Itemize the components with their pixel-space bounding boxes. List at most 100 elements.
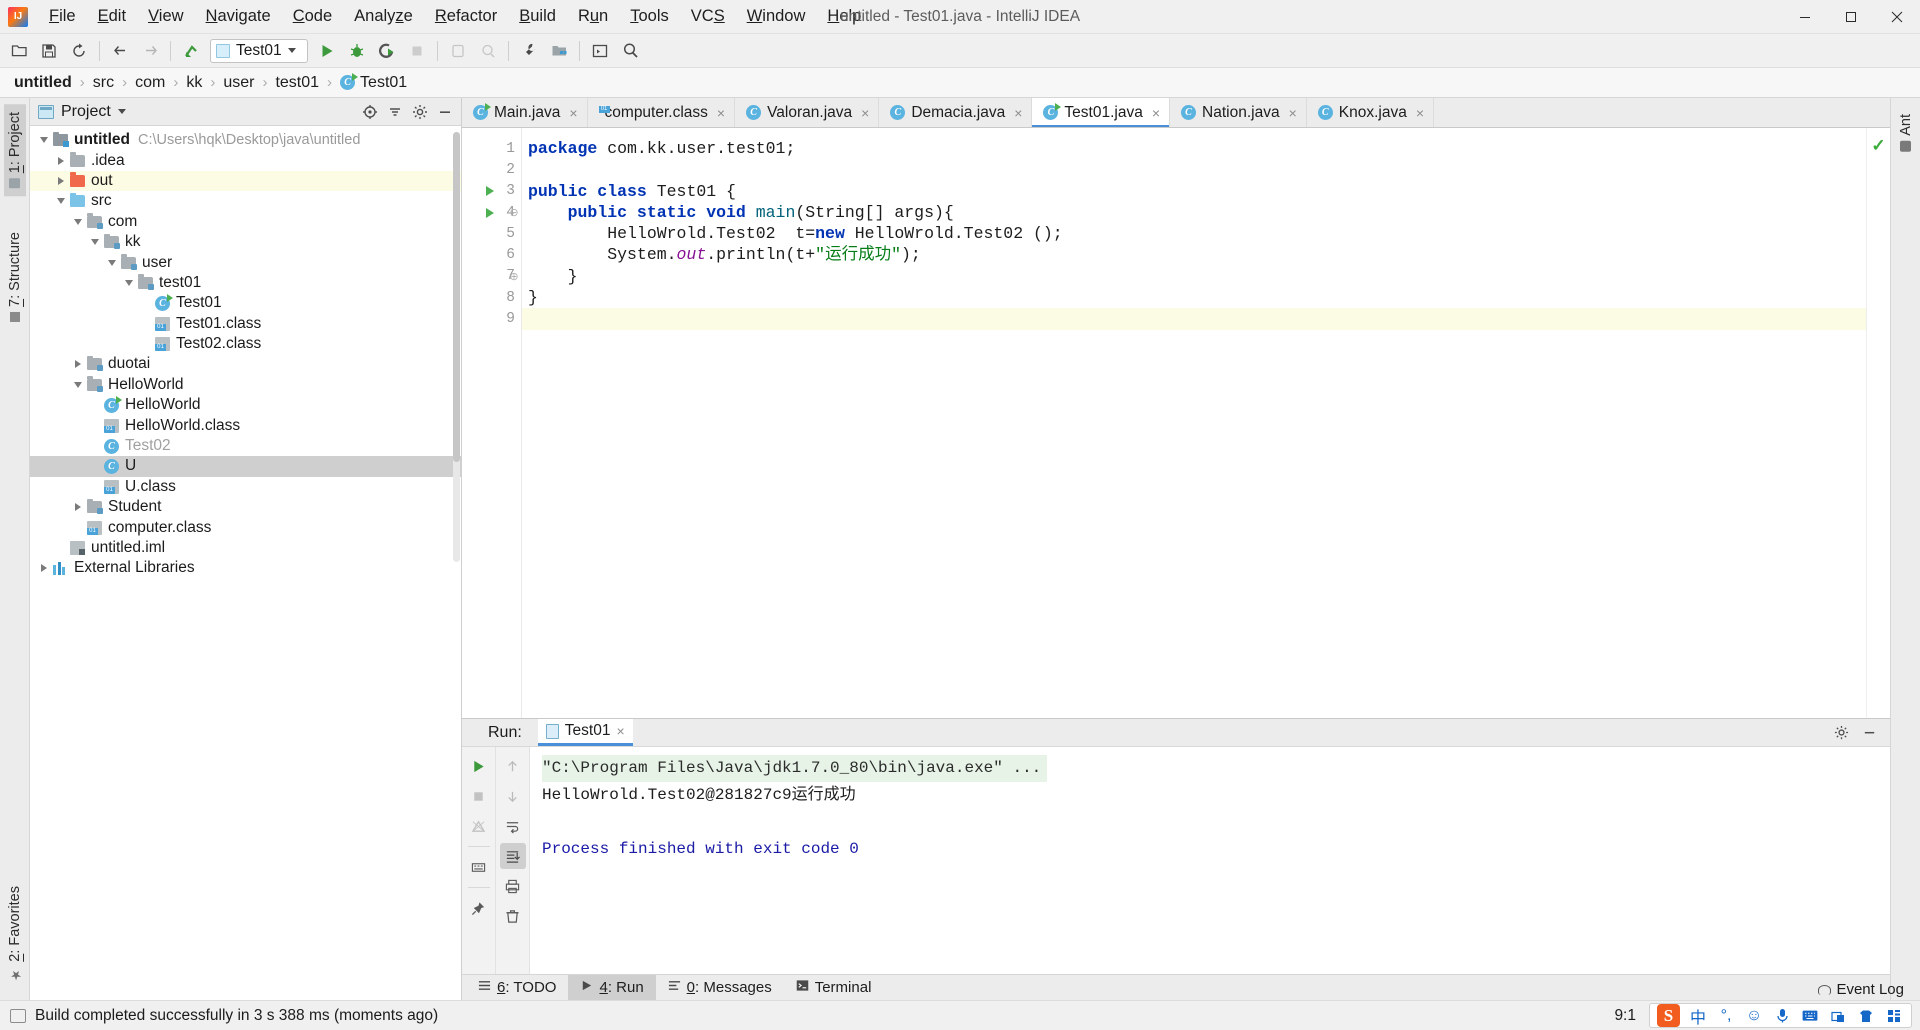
ime-skin-icon[interactable] — [1856, 1006, 1876, 1026]
code-line[interactable]: public class Test01 { — [522, 181, 1866, 202]
editor-tab-main-java[interactable]: C Main.java × — [462, 98, 588, 127]
ime-menu-icon[interactable] — [1884, 1006, 1904, 1026]
collapse-arrow-icon[interactable] — [121, 279, 137, 286]
tree-node[interactable]: HelloWorld — [30, 375, 461, 395]
breadcrumb-item-file[interactable]: C Test01 — [336, 73, 411, 92]
update-project-icon[interactable] — [178, 38, 204, 64]
code-editor[interactable]: package com.kk.user.test01; public class… — [522, 128, 1866, 718]
sync-icon[interactable] — [66, 38, 92, 64]
editor-tab-demacia-java[interactable]: C Demacia.java × — [879, 98, 1033, 127]
toolwindow-button-6-todo[interactable]: 6: TODO — [466, 975, 568, 1001]
breadcrumb-item-test01[interactable]: test01 — [271, 74, 323, 92]
close-icon[interactable]: × — [861, 105, 869, 121]
toolwindow-button-0-messages[interactable]: 0: Messages — [656, 975, 784, 1001]
tree-node[interactable]: test01 — [30, 273, 461, 293]
collapse-arrow-icon[interactable] — [36, 137, 52, 144]
code-fold-icon[interactable]: ⊖ — [506, 202, 522, 223]
tree-node[interactable]: com — [30, 212, 461, 232]
project-structure-icon[interactable] — [546, 38, 572, 64]
menu-item-help[interactable]: Help — [816, 3, 872, 30]
arrow-down-icon[interactable] — [500, 783, 526, 809]
expand-arrow-icon[interactable] — [70, 360, 86, 369]
arrow-up-icon[interactable] — [500, 753, 526, 779]
run-tab-test01[interactable]: Test01 × — [537, 719, 633, 746]
breadcrumb-item-src[interactable]: src — [89, 74, 118, 92]
keyboard-icon[interactable] — [466, 854, 492, 880]
tree-node[interactable]: Test01.class — [30, 314, 461, 334]
save-icon[interactable] — [36, 38, 62, 64]
tree-node[interactable]: CU — [30, 456, 461, 477]
close-icon[interactable]: × — [1289, 105, 1297, 121]
hide-icon[interactable] — [433, 101, 457, 123]
tree-node[interactable]: untitled.iml — [30, 538, 461, 558]
tree-node[interactable]: computer.class — [30, 517, 461, 537]
wrench-settings-icon[interactable] — [516, 38, 542, 64]
ime-emoji-icon[interactable]: ☺ — [1744, 1006, 1764, 1026]
sogou-logo-icon[interactable]: S — [1657, 1004, 1680, 1027]
gear-icon[interactable] — [408, 101, 432, 123]
run-gutter-icon[interactable] — [486, 186, 494, 197]
menu-item-code[interactable]: Code — [282, 3, 343, 30]
thread-dump-icon[interactable] — [466, 813, 492, 839]
soft-wrap-icon[interactable] — [500, 813, 526, 839]
clear-all-icon[interactable] — [500, 903, 526, 929]
stop-icon[interactable] — [404, 38, 430, 64]
maximize-button[interactable] — [1828, 0, 1874, 34]
chevron-down-icon[interactable] — [117, 109, 126, 114]
breadcrumb-item-com[interactable]: com — [131, 74, 169, 92]
stop-icon[interactable] — [466, 783, 492, 809]
tree-node[interactable]: untitled C:\Users\hqk\Desktop\java\untitl… — [30, 130, 461, 150]
code-folding-column[interactable]: ⊖ ⊕ — [506, 138, 522, 330]
expand-arrow-icon[interactable] — [53, 176, 69, 185]
ime-keyboard-icon[interactable] — [1800, 1006, 1820, 1026]
toolwindow-button-terminal[interactable]: Terminal — [784, 975, 884, 1001]
tree-node[interactable]: External Libraries — [30, 558, 461, 578]
close-icon[interactable]: × — [569, 105, 577, 121]
menu-item-vcs[interactable]: VCS — [680, 3, 736, 30]
editor-tab-nation-java[interactable]: C Nation.java × — [1170, 98, 1307, 127]
code-line[interactable] — [522, 308, 1866, 330]
caret-position[interactable]: 9:1 — [1614, 1007, 1636, 1025]
breadcrumb-item-untitled[interactable]: untitled — [10, 74, 76, 92]
code-fold-icon[interactable]: ⊕ — [506, 266, 522, 287]
code-line[interactable]: } — [522, 266, 1866, 287]
tree-node[interactable]: kk — [30, 232, 461, 252]
expand-arrow-icon[interactable] — [70, 503, 86, 512]
menu-item-edit[interactable]: Edit — [87, 3, 137, 30]
menu-item-navigate[interactable]: Navigate — [195, 3, 282, 30]
hide-icon[interactable] — [1858, 722, 1880, 744]
menu-item-analyze[interactable]: Analyze — [343, 3, 424, 30]
ime-punctuation-icon[interactable]: °, — [1716, 1006, 1736, 1026]
menu-item-window[interactable]: Window — [736, 3, 817, 30]
breadcrumb-item-user[interactable]: user — [219, 74, 258, 92]
scroll-end-icon[interactable] — [499, 843, 526, 869]
arrow-forward-icon[interactable] — [137, 38, 163, 64]
breadcrumb-item-kk[interactable]: kk — [182, 74, 206, 92]
project-tree-scrollbar[interactable] — [453, 132, 460, 562]
expand-arrow-icon[interactable] — [53, 156, 69, 165]
tree-node[interactable]: HelloWorld.class — [30, 415, 461, 435]
debug-icon[interactable] — [344, 38, 370, 64]
tree-node[interactable]: src — [30, 191, 461, 211]
code-line[interactable] — [522, 159, 1866, 180]
code-line[interactable]: System.out.println(t+"运行成功"); — [522, 244, 1866, 265]
profiler-icon[interactable] — [445, 38, 471, 64]
menu-item-run[interactable]: Run — [567, 3, 619, 30]
tree-node[interactable]: C Test02 — [30, 436, 461, 456]
run-configuration-selector[interactable]: Test01 — [210, 38, 308, 63]
tree-node[interactable]: Student — [30, 497, 461, 517]
sidebar-item-structure[interactable]: 7: Structure — [4, 224, 26, 330]
editor-tab-test01-java[interactable]: C Test01.java × — [1032, 98, 1171, 127]
close-icon[interactable]: × — [616, 723, 624, 739]
collapse-arrow-icon[interactable] — [70, 381, 86, 388]
tree-node[interactable]: C HelloWorld — [30, 395, 461, 415]
arrow-back-icon[interactable] — [107, 38, 133, 64]
editor-tab-knox-java[interactable]: C Knox.java × — [1306, 98, 1435, 127]
ime-voice-icon[interactable] — [1772, 1006, 1792, 1026]
minimize-button[interactable] — [1782, 0, 1828, 34]
close-icon[interactable]: × — [717, 105, 725, 121]
expand-arrow-icon[interactable] — [36, 564, 52, 573]
code-line[interactable]: } — [522, 287, 1866, 308]
menu-item-build[interactable]: Build — [508, 3, 567, 30]
tree-node[interactable]: Test02.class — [30, 334, 461, 354]
